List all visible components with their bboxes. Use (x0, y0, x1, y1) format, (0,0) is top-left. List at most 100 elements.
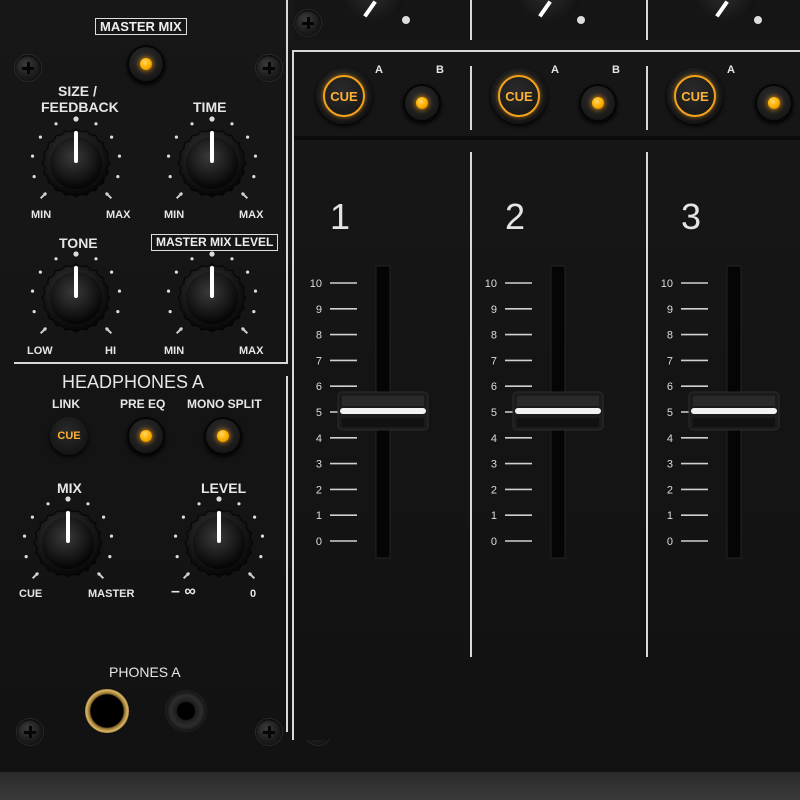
fader-cap-highlight (693, 396, 775, 406)
tone-tick (30, 289, 35, 293)
level-tick (173, 534, 178, 538)
mix-tick (108, 554, 112, 559)
level-tick (259, 554, 263, 559)
fader-cap-shadow (342, 418, 424, 427)
mix-tick (65, 496, 71, 502)
master-mix-level-tick (166, 289, 171, 293)
fader-scale-label: 2 (491, 484, 497, 496)
fader-scale-label: 1 (491, 510, 497, 522)
size-feedback-tick (73, 116, 79, 122)
fader-scale-label: 10 (485, 278, 497, 290)
channel-1-fader-cap[interactable] (337, 391, 429, 431)
channel-1-fader: 109876543210 (310, 265, 429, 559)
fader-scale-label: 0 (316, 536, 322, 548)
fader-scale-label: 2 (316, 484, 322, 496)
fader-scale-label: 0 (491, 536, 497, 548)
fader-scale-label: 0 (667, 536, 673, 548)
master-mix-level-tick (252, 309, 256, 314)
tone-tick (117, 289, 122, 293)
fader-scale-label: 8 (316, 330, 322, 342)
fader-cap-shadow (517, 418, 599, 427)
mix-tick (46, 502, 50, 506)
size-feedback-tick (94, 122, 98, 126)
fader-cap-line (340, 408, 426, 414)
master-mix-level-tick (230, 257, 234, 261)
size-feedback-tick (30, 154, 35, 158)
fader-scale-label: 5 (491, 407, 497, 419)
master-mix-level-tick (209, 251, 215, 257)
fader-cap-line (691, 408, 777, 414)
bottom-edge (0, 772, 800, 800)
mix-tick (24, 554, 28, 559)
size-feedback-tick (38, 135, 43, 139)
fader-scale-label: 5 (316, 407, 322, 419)
mix-tick (30, 515, 35, 519)
fader-scale-label: 9 (491, 304, 497, 316)
fader-scale-label: 7 (667, 355, 673, 367)
master-mix-level-tick (190, 257, 194, 261)
time-tick (230, 122, 234, 126)
channel-3-fader-cap[interactable] (688, 391, 780, 431)
fader-scale-label: 8 (667, 330, 673, 342)
size-feedback-tick (54, 122, 58, 126)
fader-scale-label: 4 (316, 433, 322, 445)
level-tick (175, 554, 179, 559)
fader-scale-label: 3 (491, 459, 497, 471)
fader-scale-label: 5 (667, 407, 673, 419)
size-feedback-tick (117, 154, 122, 158)
tone-tick (32, 309, 36, 314)
tone-tick (38, 270, 43, 274)
level-tick (260, 534, 265, 538)
channel-2-fader: 109876543210 (485, 265, 604, 559)
mix-tick (109, 534, 114, 538)
level-tick (252, 515, 257, 519)
tone-tick (54, 257, 58, 261)
mix-tick (22, 534, 27, 538)
master-mix-level-tick (253, 289, 258, 293)
fader-scale-label: 4 (491, 433, 497, 445)
time-tick (168, 174, 172, 179)
fader-cap-highlight (342, 396, 424, 406)
level-tick (181, 515, 186, 519)
time-tick (190, 122, 194, 126)
channel-3-fader: 109876543210 (661, 265, 780, 559)
fader-scale-label: 1 (316, 510, 322, 522)
level-tick (237, 502, 241, 506)
mixer-panel: MASTER MIX SIZE / FEEDBACK TIME TONE MAS… (0, 0, 800, 800)
master-mix-level-tick (174, 270, 179, 274)
time-tick (253, 154, 258, 158)
fader-scale-label: 3 (316, 459, 322, 471)
fader-scale-label: 4 (667, 433, 673, 445)
fader-scale-label: 3 (667, 459, 673, 471)
level-tick (216, 496, 222, 502)
fader-scale-label: 10 (310, 278, 322, 290)
tone-tick (109, 270, 114, 274)
time-tick (174, 135, 179, 139)
fader-scale-label: 10 (661, 278, 673, 290)
tone-tick (94, 257, 98, 261)
master-mix-level-tick (245, 270, 250, 274)
fader-scale-label: 1 (667, 510, 673, 522)
time-tick (166, 154, 171, 158)
fader-cap-highlight (517, 396, 599, 406)
tone-tick (73, 251, 79, 257)
fader-scale-label: 9 (667, 304, 673, 316)
mix-tick (101, 515, 106, 519)
fader-scale-label: 2 (667, 484, 673, 496)
time-tick (209, 116, 215, 122)
fader-scale-label: 7 (316, 355, 322, 367)
size-feedback-tick (32, 174, 36, 179)
level-tick (197, 502, 201, 506)
size-feedback-tick (109, 135, 114, 139)
mix-tick (86, 502, 90, 506)
time-tick (252, 174, 256, 179)
channel-2-fader-cap[interactable] (512, 391, 604, 431)
master-mix-level-tick (168, 309, 172, 314)
fader-cap-shadow (693, 418, 775, 427)
fader-scale-label: 9 (316, 304, 322, 316)
fader-cap-line (515, 408, 601, 414)
fader-scale-label: 6 (667, 381, 673, 393)
tone-tick (116, 309, 120, 314)
fader-scale-label: 7 (491, 355, 497, 367)
time-tick (245, 135, 250, 139)
